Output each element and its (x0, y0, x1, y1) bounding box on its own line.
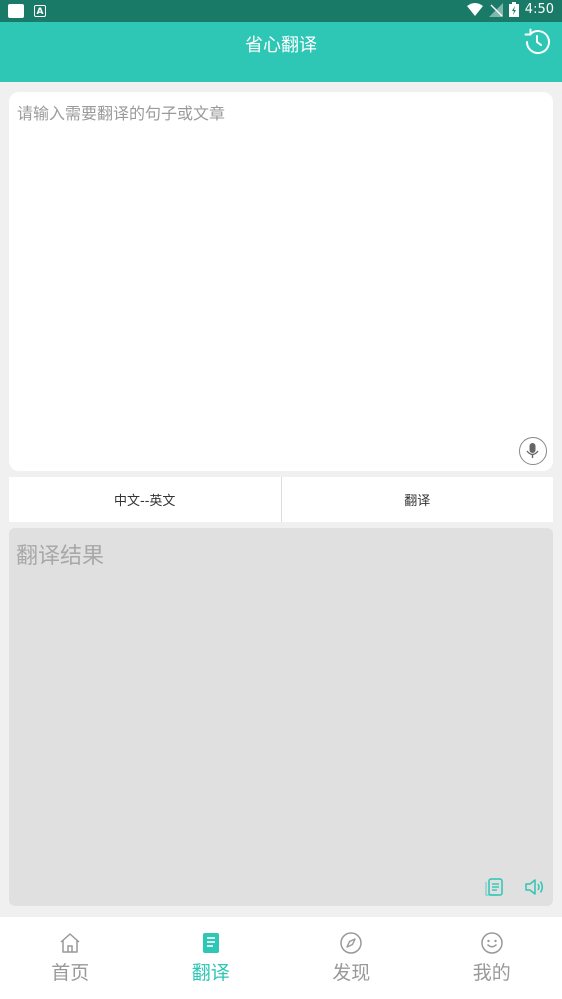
nav-translate[interactable]: 翻译 (141, 917, 282, 999)
notification-icon (8, 4, 24, 18)
page-title: 省心翻译 (245, 35, 317, 56)
compass-icon (340, 932, 362, 954)
smiley-icon (481, 932, 503, 954)
home-icon (60, 933, 80, 953)
translate-book-icon (202, 933, 219, 953)
wifi-icon (466, 2, 483, 16)
source-text-input[interactable] (15, 98, 549, 432)
action-row: 中文--英文 翻译 (9, 477, 553, 522)
no-signal-icon (488, 2, 503, 17)
bottom-nav: 首页 翻译 发现 我的 (0, 917, 562, 999)
copy-icon[interactable] (483, 876, 505, 898)
nav-mine[interactable]: 我的 (422, 917, 562, 999)
status-bar: A 4:50 (0, 0, 562, 22)
history-icon[interactable] (522, 27, 552, 57)
battery-icon (508, 2, 519, 17)
app-notification-icon: A (34, 5, 46, 17)
nav-label-translate: 翻译 (191, 962, 230, 984)
nav-discover[interactable]: 发现 (281, 917, 422, 999)
language-pair-button[interactable]: 中文--英文 (9, 477, 281, 522)
input-card (9, 92, 553, 471)
speaker-icon[interactable] (523, 876, 545, 898)
result-text: 翻译结果 (16, 544, 105, 569)
result-card: 翻译结果 (9, 528, 553, 906)
nav-home[interactable]: 首页 (0, 917, 141, 999)
app-header: 省心翻译 (0, 22, 562, 82)
clock: 4:50 (524, 2, 554, 17)
microphone-icon (526, 443, 539, 458)
nav-label-discover: 发现 (332, 962, 371, 984)
nav-label-mine: 我的 (472, 962, 511, 984)
voice-input-button[interactable] (519, 437, 547, 465)
nav-label-home: 首页 (51, 962, 90, 984)
translate-button[interactable]: 翻译 (280, 477, 554, 522)
